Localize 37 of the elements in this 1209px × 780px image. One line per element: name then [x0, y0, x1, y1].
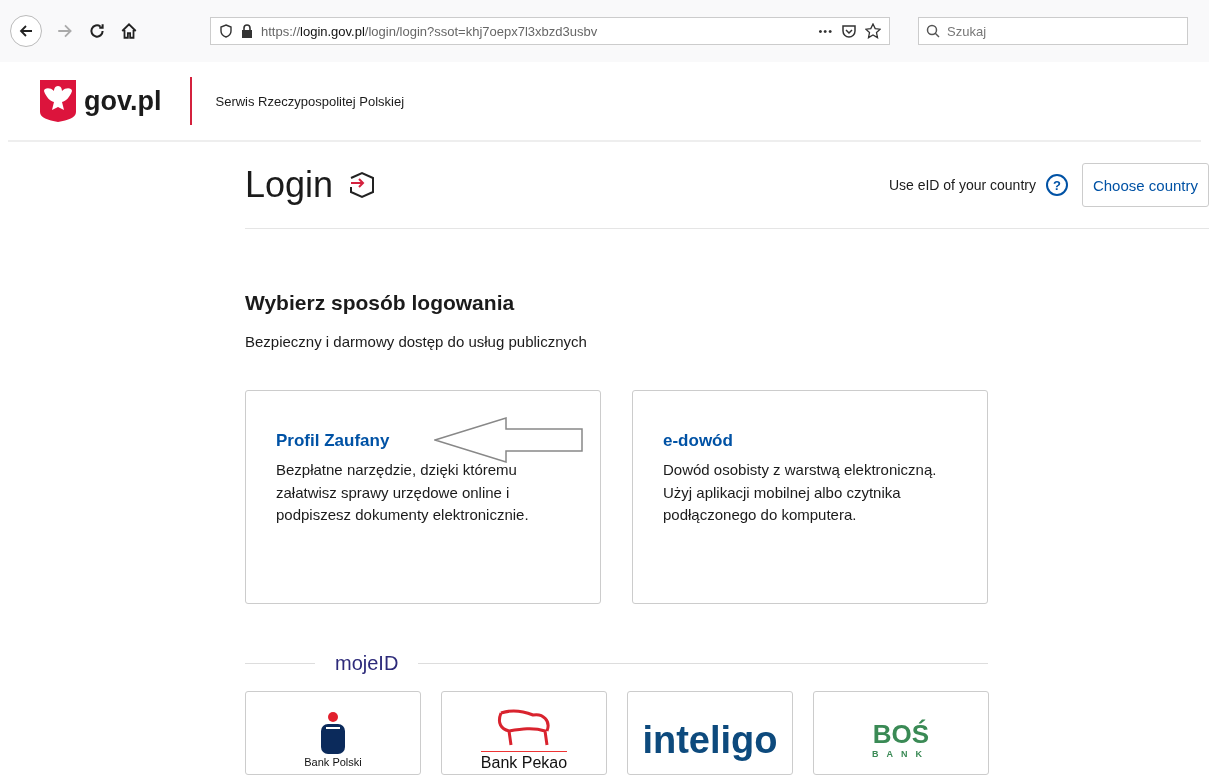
bank-logo-subtext: BANK: [872, 749, 930, 759]
address-bar[interactable]: https://login.gov.pl/login/login?ssot=khj7oepx7l3xbzd3usbv •••: [210, 17, 890, 45]
login-method-card[interactable]: Profil Zaufany Bezpłatne narzędzie, dzięki któremu załatwisz sprawy urzędowe online i podpiszesz dokumenty elektronicznie.: [245, 390, 601, 604]
lock-icon: [241, 24, 253, 38]
star-icon[interactable]: [865, 23, 881, 39]
home-icon[interactable]: [120, 22, 138, 40]
search-field[interactable]: Szukaj: [918, 17, 1188, 45]
choose-country-button[interactable]: Choose country: [1081, 163, 1209, 207]
pocket-icon[interactable]: [841, 23, 857, 39]
method-title[interactable]: Profil Zaufany: [276, 431, 390, 451]
page-actions-menu[interactable]: •••: [818, 25, 833, 37]
back-arrow-icon: [18, 23, 34, 39]
logo-text[interactable]: gov.pl: [84, 85, 162, 117]
section-heading: Wybierz sposób logowania: [245, 291, 516, 315]
section-subtitle: Bezpieczny i darmowy dostęp do usług publicznych: [245, 333, 588, 350]
bank-tile[interactable]: BOŚ BANK: [813, 691, 989, 775]
page-title: Login: [245, 164, 334, 206]
bank-logo-text: BOŚ: [872, 721, 930, 747]
method-description: Dowód osobisty z warstwą elektroniczną. Użyj aplikacji mobilnej albo czytnika podłączonego do komputera.: [663, 460, 938, 525]
help-button[interactable]: ?: [1045, 174, 1068, 196]
reload-icon[interactable]: [88, 22, 106, 40]
mojeid-logo-text: mojeID: [335, 652, 399, 675]
bank-tile[interactable]: Bank Polski: [245, 691, 421, 775]
method-title[interactable]: e-dowód: [663, 431, 733, 451]
bank-name: Bank Pekao: [480, 750, 568, 772]
eid-label: Use eID of your country: [888, 177, 1036, 193]
bank-tile[interactable]: Bank Pekao: [441, 691, 607, 775]
bank-name: Bank Polski: [304, 756, 362, 768]
site-name: Serwis Rzeczypospolitej Polskiej: [215, 93, 405, 109]
shield-icon: [219, 24, 233, 38]
method-description: Bezpłatne narzędzie, dzięki któremu załatwisz sprawy urzędowe online i podpiszesz dokumenty elektronicznie.: [276, 460, 530, 525]
back-button[interactable]: [10, 15, 42, 47]
eagle-emblem-icon: [40, 80, 76, 122]
bank-tile[interactable]: inteligo: [627, 691, 793, 775]
url-text: https://login.gov.pl/login/login?ssot=khj7oepx7l3xbzd3usbv: [261, 23, 599, 39]
bank-logo-text: inteligo: [642, 718, 778, 762]
login-method-card[interactable]: e-dowód Dowód osobisty z warstwą elektroniczną. Użyj aplikacji mobilnej albo czytnika podłączonego do komputera.: [632, 390, 988, 604]
